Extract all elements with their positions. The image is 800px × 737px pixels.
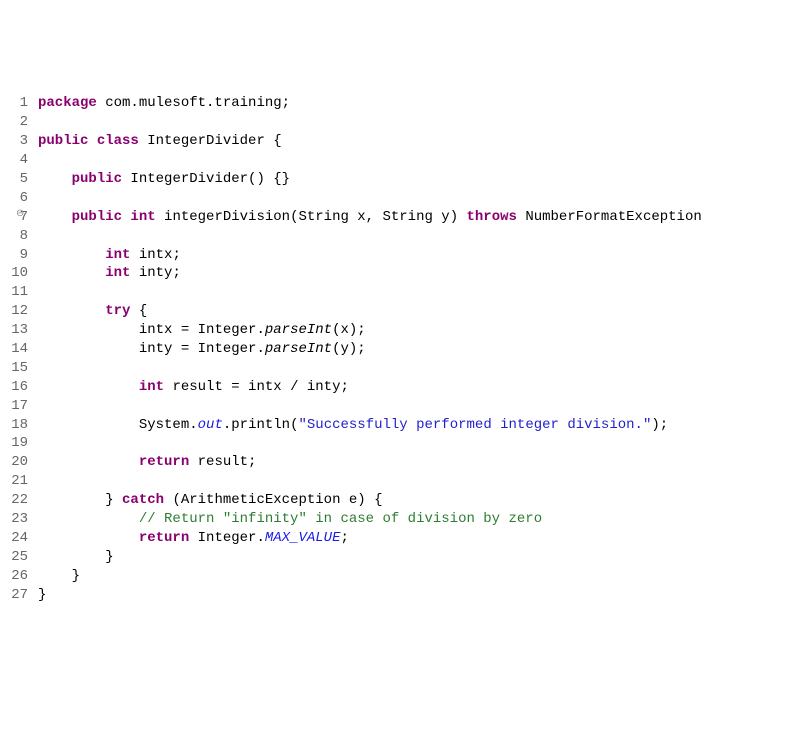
code-line: public class IntegerDivider {: [38, 133, 282, 149]
line-number: 19: [0, 434, 28, 453]
line-number: 9: [0, 246, 28, 265]
line-number: 12: [0, 302, 28, 321]
code-area[interactable]: package com.mulesoft.training; public cl…: [34, 76, 702, 643]
line-number: 11: [0, 283, 28, 302]
line-number: 14: [0, 340, 28, 359]
line-number: 2: [0, 113, 28, 132]
code-line: inty = Integer.parseInt(y);: [38, 341, 366, 357]
code-line: try {: [38, 303, 147, 319]
line-number: 16: [0, 378, 28, 397]
line-number: 23: [0, 510, 28, 529]
code-line: public IntegerDivider() {}: [38, 171, 290, 187]
code-line: return result;: [38, 454, 256, 470]
line-number: 22: [0, 491, 28, 510]
line-number-gutter: 1234567⊖89101112131415161718192021222324…: [0, 76, 34, 643]
line-number: 6: [0, 189, 28, 208]
code-line: }: [38, 568, 80, 584]
line-number: 8: [0, 227, 28, 246]
code-editor: 1234567⊖89101112131415161718192021222324…: [0, 76, 800, 643]
line-number: 1: [0, 94, 28, 113]
fold-icon[interactable]: ⊖: [16, 208, 24, 222]
code-line: int result = intx / inty;: [38, 379, 349, 395]
code-line: intx = Integer.parseInt(x);: [38, 322, 366, 338]
line-number: 24: [0, 529, 28, 548]
code-line: // Return "infinity" in case of division…: [38, 511, 542, 527]
code-line: public int integerDivision(String x, Str…: [38, 209, 702, 225]
line-number: 21: [0, 472, 28, 491]
code-line: package com.mulesoft.training;: [38, 95, 290, 111]
line-number: 26: [0, 567, 28, 586]
line-number: 17: [0, 397, 28, 416]
code-line: return Integer.MAX_VALUE;: [38, 530, 349, 546]
code-line: }: [38, 587, 46, 603]
code-line: }: [38, 549, 114, 565]
line-number: 7⊖: [0, 208, 28, 227]
line-number: 13: [0, 321, 28, 340]
line-number: 5: [0, 170, 28, 189]
code-line: int intx;: [38, 247, 181, 263]
code-line: System.out.println("Successfully perform…: [38, 417, 668, 433]
line-number: 15: [0, 359, 28, 378]
line-number: 3: [0, 132, 28, 151]
code-line: } catch (ArithmeticException e) {: [38, 492, 382, 508]
line-number: 27: [0, 586, 28, 605]
line-number: 10: [0, 264, 28, 283]
line-number: 4: [0, 151, 28, 170]
line-number: 25: [0, 548, 28, 567]
code-line: int inty;: [38, 265, 181, 281]
line-number: 20: [0, 453, 28, 472]
line-number: 18: [0, 416, 28, 435]
